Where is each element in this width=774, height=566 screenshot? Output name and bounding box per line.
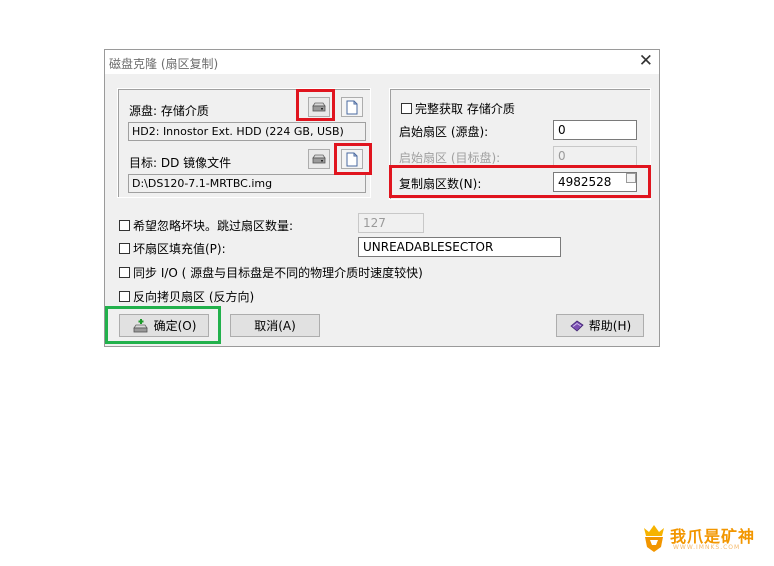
help-button[interactable]: 帮助(H)	[556, 314, 644, 337]
source-file-button[interactable]	[341, 97, 363, 117]
ok-button-highlight	[105, 306, 221, 344]
help-label: 帮助(H)	[588, 319, 632, 333]
skip-bad-row[interactable]: 希望忽略坏块。跳过扇区数量:	[119, 217, 293, 234]
file-icon	[346, 100, 358, 114]
sync-io-row[interactable]: 同步 I/O ( 源盘与目标盘是不同的物理介质时速度较快)	[119, 264, 423, 281]
hard-disk-icon	[312, 154, 326, 164]
copy-count-highlight	[389, 165, 651, 198]
window-title: 磁盘克隆 (扇区复制)	[109, 57, 219, 71]
source-disk-highlight	[296, 89, 335, 121]
target-file-highlight	[334, 143, 372, 175]
bad-fill-label: 坏扇区填充值(P):	[133, 242, 226, 256]
reverse-row[interactable]: 反向拷贝扇区 (反方向)	[119, 288, 254, 305]
target-disk-button[interactable]	[308, 149, 330, 169]
full-capture-row[interactable]: 完整获取 存储介质	[401, 100, 515, 117]
target-value-field: D:\DS120-7.1-MRTBC.img	[128, 174, 366, 193]
watermark-subtext: WWW.IMNKS.COM	[673, 544, 741, 551]
start-sector-target-label: 启始扇区 (目标盘):	[399, 151, 501, 165]
target-label: 目标: DD 镜像文件	[129, 156, 232, 170]
sync-io-checkbox[interactable]	[119, 267, 130, 278]
sync-io-label: 同步 I/O ( 源盘与目标盘是不同的物理介质时速度较快)	[133, 266, 423, 280]
bad-fill-checkbox[interactable]	[119, 243, 130, 254]
start-sector-source-label: 启始扇区 (源盘):	[399, 125, 489, 139]
close-icon[interactable]: ✕	[639, 52, 653, 70]
skip-bad-label: 希望忽略坏块。跳过扇区数量:	[133, 219, 294, 233]
start-sector-target-input[interactable]: 0	[553, 146, 637, 166]
cancel-label: 取消(A)	[254, 319, 296, 333]
help-book-icon	[570, 320, 584, 332]
skip-bad-input[interactable]: 127	[358, 213, 424, 233]
title-bar: 磁盘克隆 (扇区复制) ✕	[105, 50, 659, 74]
full-capture-label: 完整获取 存储介质	[415, 102, 515, 116]
cancel-button[interactable]: 取消(A)	[230, 314, 320, 337]
reverse-label: 反向拷贝扇区 (反方向)	[133, 290, 255, 304]
crown-shield-icon	[644, 525, 664, 552]
disk-clone-dialog: 磁盘克隆 (扇区复制) ✕ 源盘: 存储介质 HD2: Innostor Ext…	[104, 49, 660, 347]
bad-fill-row[interactable]: 坏扇区填充值(P):	[119, 240, 226, 257]
source-value-field: HD2: Innostor Ext. HDD (224 GB, USB)	[128, 122, 366, 141]
skip-bad-checkbox[interactable]	[119, 220, 130, 231]
bad-fill-input[interactable]: UNREADABLESECTOR	[358, 237, 561, 257]
full-capture-checkbox[interactable]	[401, 103, 412, 114]
source-label: 源盘: 存储介质	[129, 104, 209, 118]
watermark-logo: 我爪是矿神 WWW.IMNKS.COM	[640, 522, 754, 557]
reverse-checkbox[interactable]	[119, 291, 130, 302]
start-sector-source-input[interactable]: 0	[553, 120, 637, 140]
